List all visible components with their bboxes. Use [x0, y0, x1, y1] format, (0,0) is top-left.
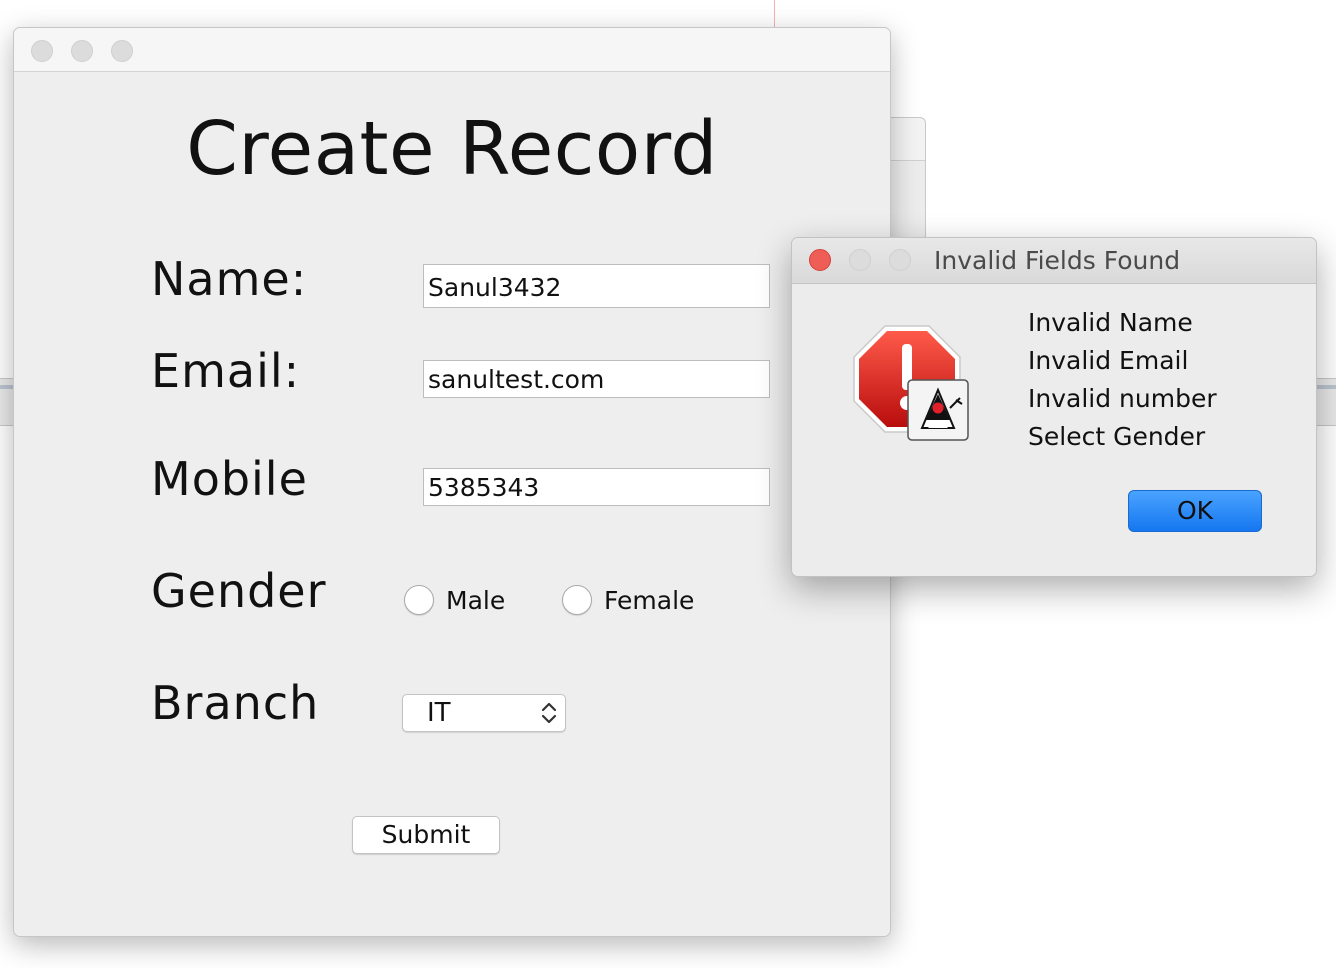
male-radio[interactable] [404, 585, 434, 615]
branch-label: Branch [151, 676, 320, 730]
form-title: Create Record [186, 106, 718, 192]
window-titlebar[interactable] [14, 28, 890, 72]
desktop: Create Record Name: Sanul3432 Email: san… [0, 0, 1336, 968]
name-field[interactable]: Sanul3432 [423, 264, 770, 308]
message-invalid-email: Invalid Email [1028, 346, 1189, 375]
name-label: Name: [151, 252, 308, 306]
create-record-window: Create Record Name: Sanul3432 Email: san… [13, 27, 891, 937]
zoom-window-button[interactable] [111, 40, 133, 62]
submit-button[interactable]: Submit [352, 816, 500, 854]
minimize-window-button[interactable] [71, 40, 93, 62]
stop-warning-icon [853, 325, 969, 441]
ok-button[interactable]: OK [1128, 490, 1262, 532]
female-radio[interactable] [562, 585, 592, 615]
close-window-button[interactable] [31, 40, 53, 62]
gender-option-male[interactable]: Male [404, 581, 505, 619]
female-radio-label[interactable]: Female [604, 586, 694, 615]
background-guide-line [774, 0, 775, 28]
dialog-minimize-button[interactable] [849, 249, 871, 271]
mobile-label: Mobile [151, 452, 308, 506]
message-invalid-number: Invalid number [1028, 384, 1217, 413]
email-field[interactable]: sanultest.com [423, 360, 770, 398]
branch-select-value: IT [427, 698, 451, 728]
dialog-title: Invalid Fields Found [934, 246, 1181, 275]
message-invalid-name: Invalid Name [1028, 308, 1193, 337]
chevron-updown-icon [541, 702, 557, 724]
dialog-zoom-button[interactable] [889, 249, 911, 271]
gender-label: Gender [151, 564, 327, 618]
branch-select[interactable]: IT [402, 694, 566, 732]
message-select-gender: Select Gender [1028, 422, 1206, 451]
invalid-fields-dialog: Invalid Fields Found Invalid Name Invali… [791, 237, 1317, 577]
mobile-field[interactable]: 5385343 [423, 468, 770, 506]
gender-option-female[interactable]: Female [562, 581, 694, 619]
male-radio-label[interactable]: Male [446, 586, 505, 615]
email-label: Email: [151, 344, 301, 398]
dialog-titlebar[interactable]: Invalid Fields Found [792, 238, 1316, 284]
dialog-close-button[interactable] [809, 249, 831, 271]
